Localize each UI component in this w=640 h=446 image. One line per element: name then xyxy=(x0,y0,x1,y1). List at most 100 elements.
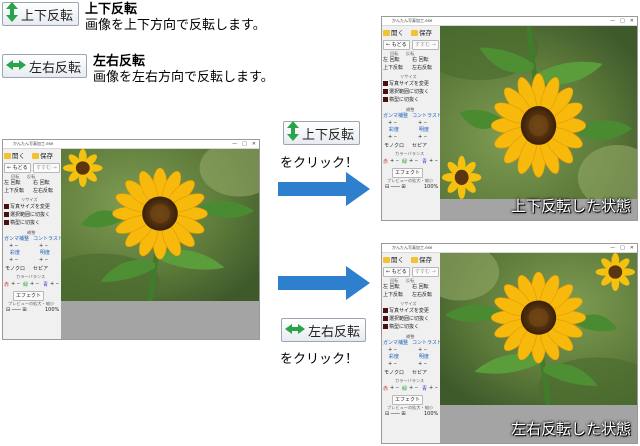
maximize-button[interactable]: □ xyxy=(620,245,625,251)
step2-arrow-icon xyxy=(278,266,370,300)
zoom-slider[interactable]: ⊟ ─── ⊞ xyxy=(385,184,406,190)
blue-stepper[interactable]: + ‒ xyxy=(50,281,59,287)
rotate-left-button[interactable]: 左 回転 xyxy=(383,284,400,290)
resize-button[interactable]: 写真サイズを変更 xyxy=(383,308,429,314)
close-button[interactable]: ✕ xyxy=(630,18,634,24)
red-stepper[interactable]: + ‒ xyxy=(390,385,399,391)
green-stepper[interactable]: + ‒ xyxy=(409,158,418,164)
undo-button[interactable]: ← もどる xyxy=(383,267,410,277)
rotate-right-button[interactable]: 右 回転 xyxy=(412,57,429,63)
blue-stepper[interactable]: + ‒ xyxy=(429,158,438,164)
preview-area xyxy=(61,149,259,339)
gamma-stepper[interactable]: + ‒ xyxy=(9,243,18,249)
open-button[interactable]: 開く xyxy=(383,29,404,37)
save-button[interactable]: 保存 xyxy=(32,152,53,160)
minimize-button[interactable]: — xyxy=(232,141,237,147)
close-button[interactable]: ✕ xyxy=(630,245,634,251)
step1-button-label: 上下反転 xyxy=(302,127,355,143)
bright-stepper[interactable]: + ‒ xyxy=(418,361,427,367)
mono-button[interactable]: モノクロ xyxy=(5,266,25,272)
bright-label: 明度 xyxy=(419,354,430,360)
minimize-button[interactable]: — xyxy=(610,245,615,251)
zoom-slider[interactable]: ⊟ ─── ⊞ xyxy=(6,307,27,313)
side-flip-horizontal-button[interactable]: 左右反転 xyxy=(33,188,53,194)
open-button[interactable]: 開く xyxy=(383,256,404,264)
side-flip-horizontal-button[interactable]: 左右反転 xyxy=(412,65,432,71)
sunflower-image xyxy=(61,149,259,301)
side-flip-vertical-button[interactable]: 上下反転 xyxy=(383,65,403,71)
redo-button[interactable]: すすむ → xyxy=(33,163,60,173)
side-flip-horizontal-button[interactable]: 左右反転 xyxy=(412,292,432,298)
red-stepper[interactable]: + ‒ xyxy=(11,281,20,287)
bright-stepper[interactable]: + ‒ xyxy=(39,257,48,263)
sepia-button[interactable]: セピア xyxy=(412,143,427,149)
green-stepper[interactable]: + ‒ xyxy=(30,281,39,287)
crop-button[interactable]: 選択範囲に切抜く xyxy=(383,316,429,322)
red-stepper[interactable]: + ‒ xyxy=(390,158,399,164)
sepia-button[interactable]: セピア xyxy=(33,266,48,272)
effect-button[interactable]: エフェクト xyxy=(13,291,45,301)
maximize-button[interactable]: □ xyxy=(620,18,625,24)
rotate-left-button[interactable]: 左 回転 xyxy=(4,180,21,186)
close-button[interactable]: ✕ xyxy=(252,141,256,147)
contrast-stepper[interactable]: + ‒ xyxy=(418,347,427,353)
redo-button[interactable]: すすむ → xyxy=(412,40,439,50)
tool-panel: 開く 保存 ← もどる すすむ → 回転 反転 左 回転 右 回転 上下反転 左… xyxy=(382,26,442,220)
flip-horizontal-button[interactable]: 左右反転 xyxy=(2,54,88,78)
zoom-fit-button[interactable]: 100% xyxy=(45,307,59,313)
zoom-slider[interactable]: ⊟ ─── ⊞ xyxy=(385,411,406,417)
effect-button[interactable]: エフェクト xyxy=(392,168,424,178)
flip-horizontal-title: 左右反転 xyxy=(93,54,146,69)
contrast-stepper[interactable]: + ‒ xyxy=(418,120,427,126)
resize-button[interactable]: 写真サイズを変更 xyxy=(383,81,429,87)
green-stepper[interactable]: + ‒ xyxy=(409,385,418,391)
folder-icon xyxy=(4,153,11,159)
sat-stepper[interactable]: + ‒ xyxy=(9,257,18,263)
mono-button[interactable]: モノクロ xyxy=(384,143,404,149)
bright-stepper[interactable]: + ‒ xyxy=(418,134,427,140)
green-label: 緑 xyxy=(402,386,408,392)
rotate-right-button[interactable]: 右 回転 xyxy=(412,284,429,290)
crop-button[interactable]: 選択範囲に切抜く xyxy=(383,89,429,95)
rotate-right-button[interactable]: 右 回転 xyxy=(33,180,50,186)
gamma-stepper[interactable]: + ‒ xyxy=(388,347,397,353)
contrast-stepper[interactable]: + ‒ xyxy=(39,243,48,249)
crop-button[interactable]: 選択範囲に切抜く xyxy=(4,212,50,218)
flip-horizontal-icon xyxy=(6,59,26,74)
app-window-flipped-horizontal: かんたん写真加工.exe — □ ✕ 開く 保存 ← もどる すすむ → 回転 … xyxy=(381,243,638,444)
open-button[interactable]: 開く xyxy=(4,152,25,160)
minimize-button[interactable]: — xyxy=(610,18,615,24)
effect-button[interactable]: エフェクト xyxy=(392,395,424,405)
maximize-button[interactable]: □ xyxy=(242,141,247,147)
side-flip-vertical-button[interactable]: 上下反転 xyxy=(4,188,24,194)
redo-button[interactable]: すすむ → xyxy=(412,267,439,277)
flip-vertical-button[interactable]: 上下反転 xyxy=(2,2,80,26)
shape-crop-button[interactable]: 楕型に切抜く xyxy=(383,324,419,330)
tool-panel: 開く 保存 ← もどる すすむ → 回転 反転 左 回転 右 回転 上下反転 左… xyxy=(382,253,442,443)
shape-crop-button[interactable]: 楕型に切抜く xyxy=(4,220,40,226)
step2-flip-horizontal-button[interactable]: 左右反転 xyxy=(281,318,367,342)
resize-button[interactable]: 写真サイズを変更 xyxy=(4,204,50,210)
preview-area: 左右反転した状態 xyxy=(440,253,637,443)
save-button[interactable]: 保存 xyxy=(411,29,432,37)
mono-button[interactable]: モノクロ xyxy=(384,370,404,376)
shape-crop-button[interactable]: 楕型に切抜く xyxy=(383,97,419,103)
gamma-stepper[interactable]: + ‒ xyxy=(388,120,397,126)
zoom-fit-button[interactable]: 100% xyxy=(424,411,438,417)
blue-label: 青 xyxy=(422,159,428,165)
step2-click-text: をクリック！ xyxy=(280,352,359,367)
step1-flip-vertical-button[interactable]: 上下反転 xyxy=(283,121,361,145)
bright-label: 明度 xyxy=(40,250,51,256)
sat-stepper[interactable]: + ‒ xyxy=(388,361,397,367)
rotate-left-button[interactable]: 左 回転 xyxy=(383,57,400,63)
step1-click-text: をクリック！ xyxy=(280,156,359,171)
undo-button[interactable]: ← もどる xyxy=(383,40,410,50)
side-flip-vertical-button[interactable]: 上下反転 xyxy=(383,292,403,298)
feature-flip-horizontal: 左右反転 左右反転 画像を左右方向で反転します。 xyxy=(2,54,274,86)
sepia-button[interactable]: セピア xyxy=(412,370,427,376)
sat-stepper[interactable]: + ‒ xyxy=(388,134,397,140)
blue-stepper[interactable]: + ‒ xyxy=(429,385,438,391)
save-button[interactable]: 保存 xyxy=(411,256,432,264)
undo-button[interactable]: ← もどる xyxy=(4,163,31,173)
zoom-fit-button[interactable]: 100% xyxy=(424,184,438,190)
